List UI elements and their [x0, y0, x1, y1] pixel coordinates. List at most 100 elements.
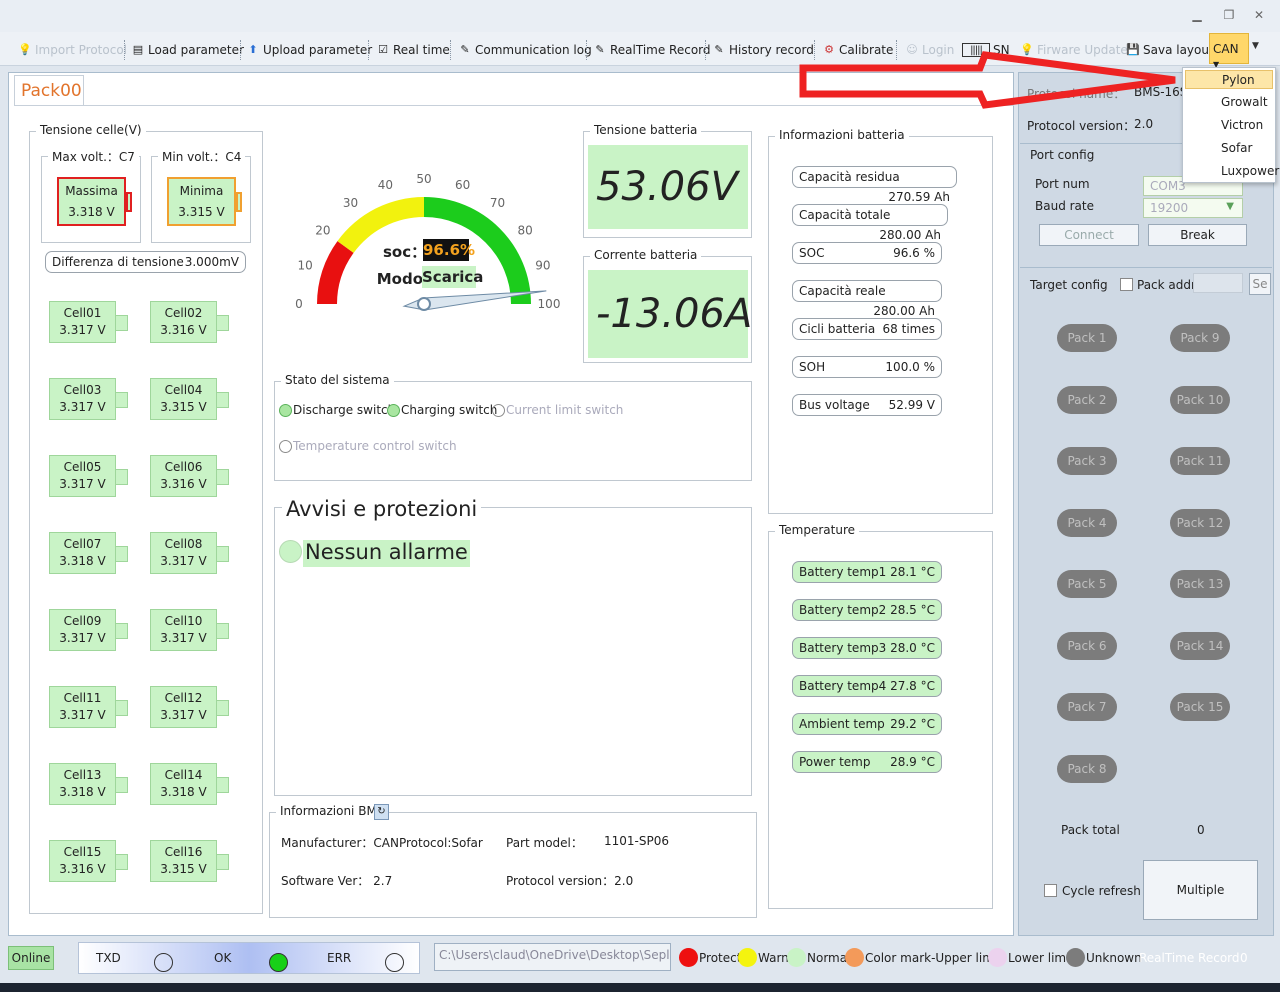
- close-icon[interactable]: ✕: [1250, 8, 1268, 24]
- comm-status-panel: [78, 942, 420, 974]
- soc-value: 96.6%: [423, 239, 476, 261]
- pack-total-value: 0: [1197, 823, 1205, 837]
- pack-button-pack-5[interactable]: Pack 5: [1057, 570, 1117, 598]
- temperature-value: 28.1 °C: [890, 565, 935, 579]
- toolbar-overflow-icon[interactable]: ▼: [1252, 41, 1259, 51]
- minimize-icon[interactable]: ▁: [1188, 8, 1206, 24]
- ok-indicator-icon: [269, 953, 288, 972]
- gauge-tick-label: 70: [490, 196, 505, 210]
- cell-cell14: Cell14 3.318 V: [150, 763, 229, 805]
- pack-button-pack-3[interactable]: Pack 3: [1057, 447, 1117, 475]
- legend-dot-icon: [679, 948, 698, 967]
- cell-cell10: Cell10 3.317 V: [150, 609, 229, 651]
- err-label: ERR: [327, 951, 352, 965]
- pack-button-pack-7[interactable]: Pack 7: [1057, 693, 1117, 721]
- protocol-option-luxpower[interactable]: Luxpower: [1183, 160, 1279, 183]
- connect-button[interactable]: Connect: [1039, 224, 1139, 246]
- cell-cell13: Cell13 3.318 V: [49, 763, 128, 805]
- gauge-red-zone: [317, 241, 354, 304]
- battery-info-row: Bus voltage 52.99 V: [792, 394, 942, 416]
- cell-cell07: Cell07 3.318 V: [49, 532, 128, 574]
- can-protocol-dropdown[interactable]: CAN ▼: [1209, 33, 1249, 69]
- taskbar: [0, 983, 1280, 992]
- protocol-option-victron[interactable]: Victron: [1183, 114, 1275, 137]
- cell-name: Cell05: [63, 460, 102, 474]
- battery-info-row: Capacità totale 280.00 Ah: [792, 204, 948, 242]
- protocol-option-pylon[interactable]: Pylon: [1185, 70, 1273, 89]
- pack-addr-input[interactable]: [1193, 273, 1243, 293]
- cell-cell03: Cell03 3.317 V: [49, 378, 128, 420]
- temperature-label: Battery temp1: [799, 565, 887, 579]
- cell-name: Cell10: [164, 614, 203, 628]
- battery-info-value: 100.0 %: [885, 360, 935, 374]
- cell-voltage: 3.316 V: [160, 477, 207, 491]
- real-time-button[interactable]: ☑ Real time: [376, 41, 450, 59]
- cell-voltage: 3.318 V: [59, 785, 106, 799]
- temperature-label: Battery temp4: [799, 679, 887, 693]
- title-bar: ▁ ❐ ✕: [0, 0, 1280, 32]
- charging-switch: Charging switch: [387, 403, 497, 417]
- pack-addr-checkbox[interactable]: [1120, 278, 1133, 291]
- temperature-label: Battery temp3: [799, 641, 887, 655]
- communication-log-button[interactable]: ✎ Communication log: [458, 41, 591, 59]
- battery-info-label: SOC: [799, 246, 825, 260]
- min-cell-box: Minima 3.315 V: [167, 177, 236, 226]
- legend-item: Normal: [787, 948, 850, 967]
- cycle-refresh-checkbox[interactable]: [1044, 884, 1057, 897]
- load-parameter-button[interactable]: ▤ Load parameter: [131, 41, 244, 59]
- restore-icon[interactable]: ❐: [1220, 8, 1238, 24]
- status-indicator-icon: [279, 404, 292, 417]
- temperature-value: 28.5 °C: [890, 603, 935, 617]
- pack-button-pack-4[interactable]: Pack 4: [1057, 508, 1117, 537]
- alarms-title: Avvisi e protezioni: [282, 497, 482, 521]
- multiple-button[interactable]: Multiple: [1143, 860, 1258, 920]
- log-path-field[interactable]: C:\Users\claud\OneDrive\Desktop\Seplos\0: [434, 943, 671, 971]
- legend-label: Lower limit: [1008, 950, 1075, 965]
- break-button[interactable]: Break: [1148, 224, 1247, 246]
- temperature-value: 28.9 °C: [890, 755, 935, 769]
- cell-name: Cell08: [164, 537, 203, 551]
- txd-indicator-icon: [154, 953, 173, 972]
- pack-button-pack-8[interactable]: Pack 8: [1057, 754, 1117, 783]
- upload-parameter-button[interactable]: ⬆ Upload parameter: [246, 41, 372, 59]
- protocol-option-growalt[interactable]: Growalt: [1183, 91, 1275, 114]
- protocol-option-sofar[interactable]: Sofar: [1183, 137, 1275, 160]
- legend-item: Protect: [679, 948, 741, 967]
- battery-info-label: SOH: [799, 360, 826, 374]
- battery-info-label: Capacità reale: [799, 284, 886, 298]
- pack-button-pack-12[interactable]: Pack 12: [1170, 508, 1230, 537]
- pack-button-pack-14[interactable]: Pack 14: [1170, 631, 1230, 660]
- cell-cell12: Cell12 3.317 V: [150, 686, 229, 728]
- set-button[interactable]: Se: [1249, 273, 1271, 295]
- realtime-record-button[interactable]: ✎ RealTime Record: [593, 41, 710, 59]
- cell-voltage: 3.317 V: [160, 554, 207, 568]
- pack-button-pack-15[interactable]: Pack 15: [1170, 693, 1230, 721]
- pack-button-pack-2[interactable]: Pack 2: [1057, 385, 1117, 414]
- import-protocol-button[interactable]: 💡 Import Protocol: [18, 41, 127, 59]
- battery-info-value: 52.99 V: [888, 398, 935, 412]
- baud-rate-select[interactable]: 19200 ▼: [1143, 198, 1243, 218]
- pack-total-label: Pack total: [1061, 823, 1120, 837]
- pack-button-pack-1[interactable]: Pack 1: [1057, 324, 1117, 352]
- pack-addr-label: Pack addr: [1137, 278, 1196, 292]
- pack-button-pack-11[interactable]: Pack 11: [1170, 447, 1230, 475]
- tab-pack00[interactable]: Pack00: [14, 75, 84, 106]
- gauge-tick-label: 0: [295, 297, 303, 311]
- cell-name: Cell16: [164, 845, 203, 859]
- pack-button-pack-9[interactable]: Pack 9: [1170, 324, 1230, 352]
- pack-button-pack-10[interactable]: Pack 10: [1170, 385, 1230, 414]
- pack-button-pack-6[interactable]: Pack 6: [1057, 631, 1117, 660]
- refresh-icon[interactable]: ↻: [374, 804, 389, 820]
- cell-cell01: Cell01 3.317 V: [49, 301, 128, 343]
- legend-label: Protect: [699, 950, 742, 965]
- pack-button-pack-13[interactable]: Pack 13: [1170, 570, 1230, 598]
- cell-voltage: 3.317 V: [59, 708, 106, 722]
- cell-cell05: Cell05 3.317 V: [49, 455, 128, 497]
- protocol-version-label: Protocol version：: [1027, 119, 1136, 133]
- temperature-label: Power temp: [799, 755, 871, 769]
- bulb-icon: 💡: [18, 43, 32, 56]
- temperature-row: Battery temp3 28.0 °C: [792, 637, 942, 659]
- cell-voltage: 3.315 V: [160, 400, 207, 414]
- legend-dot-icon: [845, 948, 864, 967]
- legend-dot-icon: [988, 948, 1007, 967]
